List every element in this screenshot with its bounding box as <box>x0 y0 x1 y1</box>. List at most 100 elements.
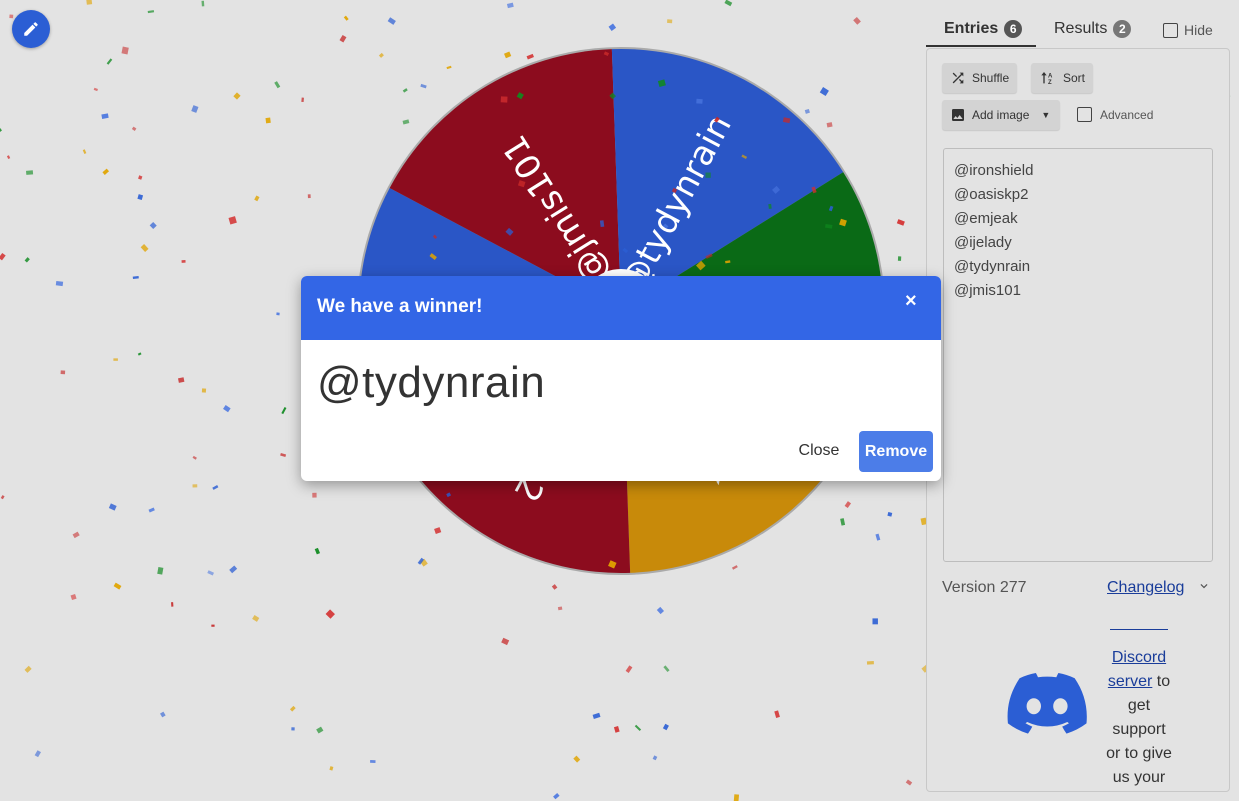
discord-icon <box>1007 673 1087 734</box>
hide-checkbox[interactable] <box>1163 22 1178 38</box>
confetti-piece <box>663 665 670 673</box>
confetti-piece <box>0 495 5 500</box>
confetti-piece <box>652 755 658 761</box>
confetti-piece <box>312 492 317 498</box>
confetti-piece <box>592 712 601 719</box>
entry-line: @emjeak <box>954 210 1018 227</box>
confetti-piece <box>553 792 560 800</box>
panel-tabs: Entries 6 Results 2 Hide <box>926 12 1230 48</box>
confetti-piece <box>108 503 117 511</box>
sort-label: Sort <box>1063 71 1086 85</box>
tab-entries-label: Entries <box>944 20 999 37</box>
confetti-piece <box>866 660 874 665</box>
confetti-piece <box>106 58 113 65</box>
close-icon[interactable]: × <box>905 290 917 313</box>
confetti-piece <box>137 194 144 201</box>
image-icon <box>952 109 964 121</box>
confetti-piece <box>191 105 199 113</box>
tab-entries[interactable]: Entries 6 <box>944 20 1023 38</box>
dialog-header: We have a winner! × <box>301 276 941 340</box>
confetti-piece <box>280 453 287 458</box>
confetti-piece <box>853 16 861 25</box>
confetti-piece <box>6 155 11 160</box>
confetti-piece <box>140 244 149 253</box>
version-text: Version 277 <box>942 579 1027 596</box>
confetti-piece <box>147 10 155 14</box>
confetti-piece <box>608 23 617 32</box>
advanced-toggle[interactable]: Advanced <box>1077 107 1153 122</box>
chevron-down-icon[interactable] <box>1197 579 1211 598</box>
entry-line: @oasiskp2 <box>954 186 1029 203</box>
confetti-piece <box>24 665 32 673</box>
confetti-piece <box>370 760 376 763</box>
confetti-piece <box>307 194 311 199</box>
confetti-piece <box>55 280 64 287</box>
close-button[interactable]: Close <box>789 431 849 471</box>
dropdown-caret-icon: ▼ <box>1041 110 1051 120</box>
entry-line: @ijelady <box>954 234 1012 251</box>
confetti-piece <box>201 388 207 393</box>
confetti-piece <box>157 566 164 575</box>
confetti-piece <box>887 511 893 517</box>
winner-dialog: We have a winner! × @tydynrain Close Rem… <box>301 276 941 481</box>
confetti-piece <box>265 117 271 124</box>
divider <box>1110 629 1168 630</box>
confetti-piece <box>211 624 215 627</box>
shuffle-icon <box>952 72 964 84</box>
confetti-piece <box>171 602 174 607</box>
confetti-piece <box>872 618 878 625</box>
confetti-piece <box>101 113 109 119</box>
changelog-link[interactable]: Changelog <box>1107 579 1184 597</box>
confetti-piece <box>24 257 30 263</box>
confetti-piece <box>160 711 166 718</box>
confetti-piece <box>339 34 347 43</box>
advanced-checkbox[interactable] <box>1077 107 1092 122</box>
confetti-piece <box>178 377 185 383</box>
confetti-piece <box>9 14 14 19</box>
dialog-title: We have a winner! <box>317 296 483 317</box>
add-image-label: Add image <box>972 108 1030 122</box>
confetti-piece <box>896 219 905 226</box>
sort-button[interactable]: A Z Sort <box>1031 63 1094 93</box>
confetti-piece <box>192 484 198 488</box>
confetti-piece <box>70 593 77 601</box>
confetti-piece <box>274 81 281 89</box>
results-count-badge: 2 <box>1113 20 1132 38</box>
confetti-piece <box>301 97 304 103</box>
confetti-piece <box>181 260 186 263</box>
confetti-piece <box>148 507 155 513</box>
confetti-piece <box>223 405 231 413</box>
entries-count-badge: 6 <box>1004 20 1023 38</box>
confetti-piece <box>329 766 334 771</box>
confetti-piece <box>212 484 219 490</box>
shuffle-button[interactable]: Shuffle <box>942 63 1018 93</box>
entries-card: Shuffle A Z Sort Add image ▼ Advanced @i… <box>926 48 1230 792</box>
add-image-button[interactable]: Add image ▼ <box>942 100 1060 130</box>
confetti-piece <box>131 126 137 131</box>
entry-line: @jmis101 <box>954 282 1021 299</box>
confetti-piece <box>905 779 913 786</box>
svg-text:Z: Z <box>1048 80 1052 86</box>
entries-textarea[interactable]: @ironshield @oasiskp2 @emjeak @ijelady @… <box>943 148 1213 562</box>
active-tab-indicator <box>926 45 1036 47</box>
confetti-piece <box>387 17 396 25</box>
confetti-piece <box>573 755 581 763</box>
edit-button[interactable] <box>12 10 50 48</box>
tab-results[interactable]: Results 2 <box>1054 20 1132 38</box>
confetti-piece <box>137 352 142 356</box>
remove-button[interactable]: Remove <box>859 431 933 472</box>
discord-blurb: Discord server to get support or to give… <box>1103 619 1175 790</box>
advanced-label: Advanced <box>1100 107 1154 122</box>
confetti-piece <box>72 531 80 539</box>
confetti-piece <box>291 727 295 731</box>
entries-panel: Entries 6 Results 2 Hide Shuffle A Z Sor… <box>926 0 1230 792</box>
hide-toggle[interactable]: Hide <box>1163 22 1213 38</box>
confetti-piece <box>233 92 241 100</box>
confetti-piece <box>613 726 620 733</box>
confetti-piece <box>60 370 66 375</box>
confetti-piece <box>201 0 205 7</box>
svg-text:A: A <box>1048 73 1053 79</box>
shuffle-label: Shuffle <box>972 71 1010 85</box>
confetti-piece <box>25 170 34 175</box>
confetti-piece <box>138 175 143 180</box>
